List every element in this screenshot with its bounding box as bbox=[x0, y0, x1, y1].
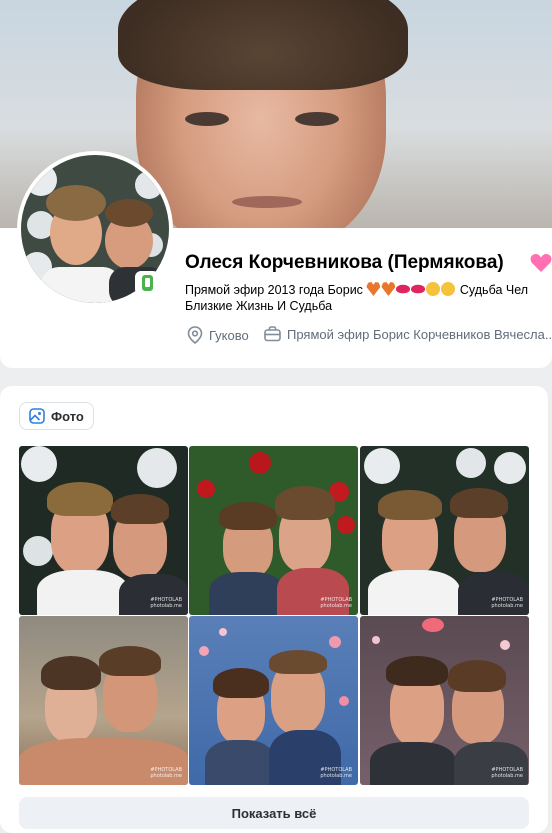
tab-photos-label: Фото bbox=[51, 408, 84, 424]
city-label: Гуково bbox=[209, 327, 249, 343]
photo-watermark: #PHOTOLAB photolab.me bbox=[150, 597, 182, 609]
tab-photos[interactable]: Фото bbox=[19, 402, 94, 430]
photo-watermark: #PHOTOLAB photolab.me bbox=[320, 767, 352, 779]
show-all-button[interactable]: Показать всё bbox=[19, 797, 529, 829]
photo-watermark: #PHOTOLAB photolab.me bbox=[491, 767, 523, 779]
job-label: Прямой эфир Борис Корчевников Вячесла... bbox=[287, 326, 552, 342]
cover-eye-right bbox=[295, 112, 339, 126]
photo-watermark: #PHOTOLAB photolab.me bbox=[320, 597, 352, 609]
photo-watermark: #PHOTOLAB photolab.me bbox=[150, 767, 182, 779]
photo-watermark: #PHOTOLAB photolab.me bbox=[491, 597, 523, 609]
photo-thumbnail[interactable]: #PHOTOLAB photolab.me bbox=[189, 446, 358, 615]
kissing-face-emoji bbox=[426, 282, 441, 296]
location-pin-icon bbox=[187, 326, 203, 344]
photo-thumbnail[interactable]: #PHOTOLAB photolab.me bbox=[360, 446, 529, 615]
online-mobile-badge bbox=[135, 271, 159, 295]
status-text: Прямой эфир 2013 года Борис bbox=[185, 283, 363, 297]
briefcase-icon bbox=[264, 326, 281, 342]
kiss-mark-emoji bbox=[411, 284, 426, 294]
profile-name: Олеся Корчевникова (Пермякова) bbox=[185, 252, 504, 273]
pink-heart-icon bbox=[530, 254, 552, 272]
phone-online-icon bbox=[141, 275, 153, 291]
profile-status: Прямой эфир 2013 года Борис Судьба Чел Б… bbox=[185, 282, 552, 314]
photo-thumbnail[interactable]: #PHOTOLAB photolab.me bbox=[19, 446, 188, 615]
orange-heart-emoji bbox=[366, 282, 381, 296]
status-line2: Близкие Жизнь И Судьба bbox=[185, 299, 333, 313]
photo-thumbnail[interactable]: #PHOTOLAB photolab.me bbox=[189, 616, 358, 785]
cover-eye-left bbox=[185, 112, 229, 126]
cover-mouth bbox=[232, 196, 302, 208]
cover-hair bbox=[118, 0, 408, 90]
job-info[interactable]: Прямой эфир Борис Корчевников Вячесла... bbox=[264, 326, 552, 342]
city-info[interactable]: Гуково bbox=[187, 326, 249, 344]
photo-icon bbox=[29, 408, 45, 424]
status-tail: Судьба Чел bbox=[459, 283, 529, 297]
kissing-face-emoji bbox=[441, 282, 456, 296]
orange-heart-emoji bbox=[381, 282, 396, 296]
photo-thumbnail[interactable]: #PHOTOLAB photolab.me bbox=[19, 616, 188, 785]
photo-thumbnail[interactable]: #PHOTOLAB photolab.me bbox=[360, 616, 529, 785]
kiss-mark-emoji bbox=[396, 284, 411, 294]
